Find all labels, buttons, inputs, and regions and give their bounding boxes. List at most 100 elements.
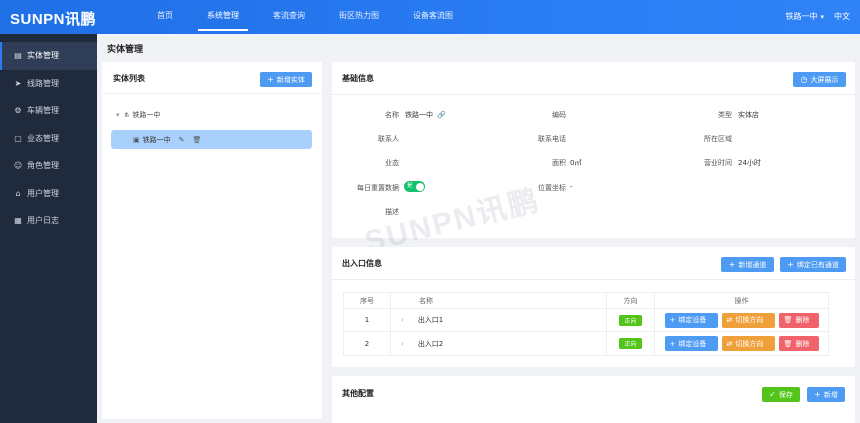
chevron-down-icon: ▾ [820, 13, 824, 21]
nav-device-traffic[interactable]: 设备客流图 [396, 0, 470, 34]
sidebar-item-user[interactable]: ⌂ 用户管理 [0, 180, 97, 208]
sidebar-item-log[interactable]: ▦ 用户日志 [0, 207, 97, 235]
switch-direction-button[interactable]: ⇄ 切换方向 [721, 336, 775, 351]
row-direction: 正向 [607, 332, 655, 355]
row-actions: + 绑定设备 ⇄ 切换方向 🗑 删除 [655, 309, 828, 331]
table-row: 2 › 出入口2 正向 + 绑定设备 ⇄ 切换方向 🗑 删除 [344, 332, 828, 355]
brand-logo: SUNPN讯鹏 [10, 11, 97, 28]
column-header: 方向 [607, 293, 655, 308]
sidebar-item-business[interactable]: ▢ 业态管理 [0, 125, 97, 153]
contact-label: 联系人 [378, 135, 399, 143]
fullscreen-button[interactable]: ◷ 大屏展示 [793, 72, 846, 87]
divider [332, 94, 855, 95]
edit-icon[interactable]: ✎ [179, 136, 185, 144]
delete-button[interactable]: 🗑 删除 [778, 336, 819, 351]
region-label: 所在区域 [704, 135, 732, 143]
switch-icon: ⇄ [726, 316, 733, 324]
code-label: 编码 [552, 111, 566, 119]
row-number: 1 [344, 309, 391, 331]
sidebar-item-role[interactable]: ☺ 角色管理 [0, 152, 97, 180]
sidebar: ▤ 实体管理 ➤ 线路管理 ⚙ 车辆管理 ▢ 业态管理 ☺ 角色管理 ⌂ 用户管理 ▦ 用户日… [0, 34, 97, 423]
column-header: 序号 [344, 293, 391, 308]
sidebar-item-label: 车辆管理 [27, 106, 59, 116]
tree-node-selected[interactable]: ▣ 铁路一中 ✎ 🗑 [111, 130, 312, 149]
type-label: 类型 [718, 111, 732, 119]
divider [102, 93, 322, 94]
bind-device-button[interactable]: + 绑定设备 [664, 312, 718, 328]
entity-icon: ▣ [133, 135, 140, 144]
calendar-icon: ▦ [14, 216, 22, 226]
plus-icon: + [669, 339, 676, 348]
description-label: 描述 [385, 208, 399, 216]
basic-info-card [332, 62, 855, 238]
direction-tag: 正向 [619, 338, 642, 349]
chevron-right-icon[interactable]: › [401, 316, 404, 324]
phone-label: 联系电话 [538, 135, 566, 143]
hierarchy-icon: ⋔ [123, 111, 130, 119]
language-switcher[interactable]: 中文 [834, 0, 850, 34]
coordinate-value: - [570, 183, 573, 191]
page-title: 实体管理 [107, 45, 144, 55]
daily-reset-toggle[interactable]: 是 [404, 181, 425, 192]
switch-direction-button[interactable]: ⇄ 切换方向 [721, 312, 775, 328]
name-label: 名称 [385, 111, 399, 119]
row-number: 2 [344, 332, 391, 355]
column-header: 操作 [734, 296, 749, 305]
hours-value: 24小时 [738, 159, 761, 167]
current-language: 中文 [834, 12, 850, 21]
daily-reset-label: 每日重置数据 [357, 184, 399, 192]
plus-icon: + [267, 75, 274, 84]
add-entity-button[interactable]: + 新增实体 [260, 72, 312, 87]
add-channel-button[interactable]: + 新增通道 [721, 257, 774, 272]
row-name: › 出入口2 [391, 332, 607, 355]
other-config-title: 其他配置 [342, 389, 374, 398]
basic-info-title: 基础信息 [342, 74, 374, 83]
clock-icon: ◷ [800, 75, 808, 84]
area-value: 0㎡ [570, 159, 582, 167]
sidebar-item-label: 线路管理 [27, 78, 59, 88]
nav-traffic-query[interactable]: 客流查询 [256, 0, 322, 34]
sidebar-item-label: 实体管理 [27, 51, 59, 61]
business-label: 业态 [385, 159, 399, 167]
switch-icon: ⇄ [726, 339, 733, 348]
table-row: 1 › 出入口1 正向 + 绑定设备 ⇄ 切换方向 🗑 删除 [344, 309, 828, 332]
entity-list-title: 实体列表 [113, 74, 145, 83]
nav-heatmap[interactable]: 街区热力图 [322, 0, 396, 34]
link-icon[interactable]: 🔗 [437, 111, 446, 119]
sidebar-item-label: 业态管理 [27, 133, 59, 143]
building-icon: ▤ [14, 51, 22, 61]
sidebar-item-label: 用户管理 [27, 188, 59, 198]
save-button[interactable]: ✓ 保存 [762, 387, 800, 402]
nav-home[interactable]: 首页 [140, 0, 190, 34]
sidebar-item-vehicle[interactable]: ⚙ 车辆管理 [0, 97, 97, 125]
row-name: › 出入口1 [391, 309, 607, 331]
current-entity: 铁路一中 [785, 12, 818, 21]
plus-icon: + [787, 260, 794, 269]
add-config-button[interactable]: + 新增 [807, 387, 845, 402]
trash-icon[interactable]: 🗑 [193, 136, 202, 144]
exits-table: 序号 名称 方向 操作 1 › 出入口1 正向 + 绑定设备 ⇄ 切换方向 🗑 删除 2… [343, 292, 829, 356]
chevron-right-icon[interactable]: › [401, 340, 404, 348]
check-icon: ✓ [769, 390, 776, 399]
sidebar-item-entity[interactable]: ▤ 实体管理 [0, 42, 97, 70]
bind-device-button[interactable]: + 绑定设备 [664, 336, 718, 351]
area-label: 面积 [552, 159, 566, 167]
plus-icon: + [814, 390, 821, 399]
settings-icon: ⚙ [14, 106, 22, 116]
home-icon: ⌂ [15, 188, 21, 198]
plus-icon: + [669, 316, 676, 324]
tree-node-label: 铁路一中 [142, 135, 171, 144]
bag-icon: ▢ [14, 133, 22, 143]
sidebar-item-label: 角色管理 [27, 161, 59, 171]
direction-tag: 正向 [619, 314, 642, 326]
name-value: 铁路一中 🔗 [405, 111, 446, 119]
nav-system-management[interactable]: 系统管理 [190, 0, 256, 34]
hours-label: 营业时间 [704, 159, 732, 167]
sidebar-item-route[interactable]: ➤ 线路管理 [0, 70, 97, 98]
entity-switcher[interactable]: 铁路一中 ▾ [785, 0, 824, 34]
table-header: 序号 名称 方向 操作 [344, 293, 828, 309]
bind-existing-channel-button[interactable]: + 绑定已有通道 [780, 257, 846, 272]
tree-root[interactable]: ▾ ⋔ 铁路一中 [116, 110, 160, 120]
delete-button[interactable]: 🗑 删除 [778, 312, 819, 328]
sidebar-item-label: 用户日志 [27, 216, 59, 226]
